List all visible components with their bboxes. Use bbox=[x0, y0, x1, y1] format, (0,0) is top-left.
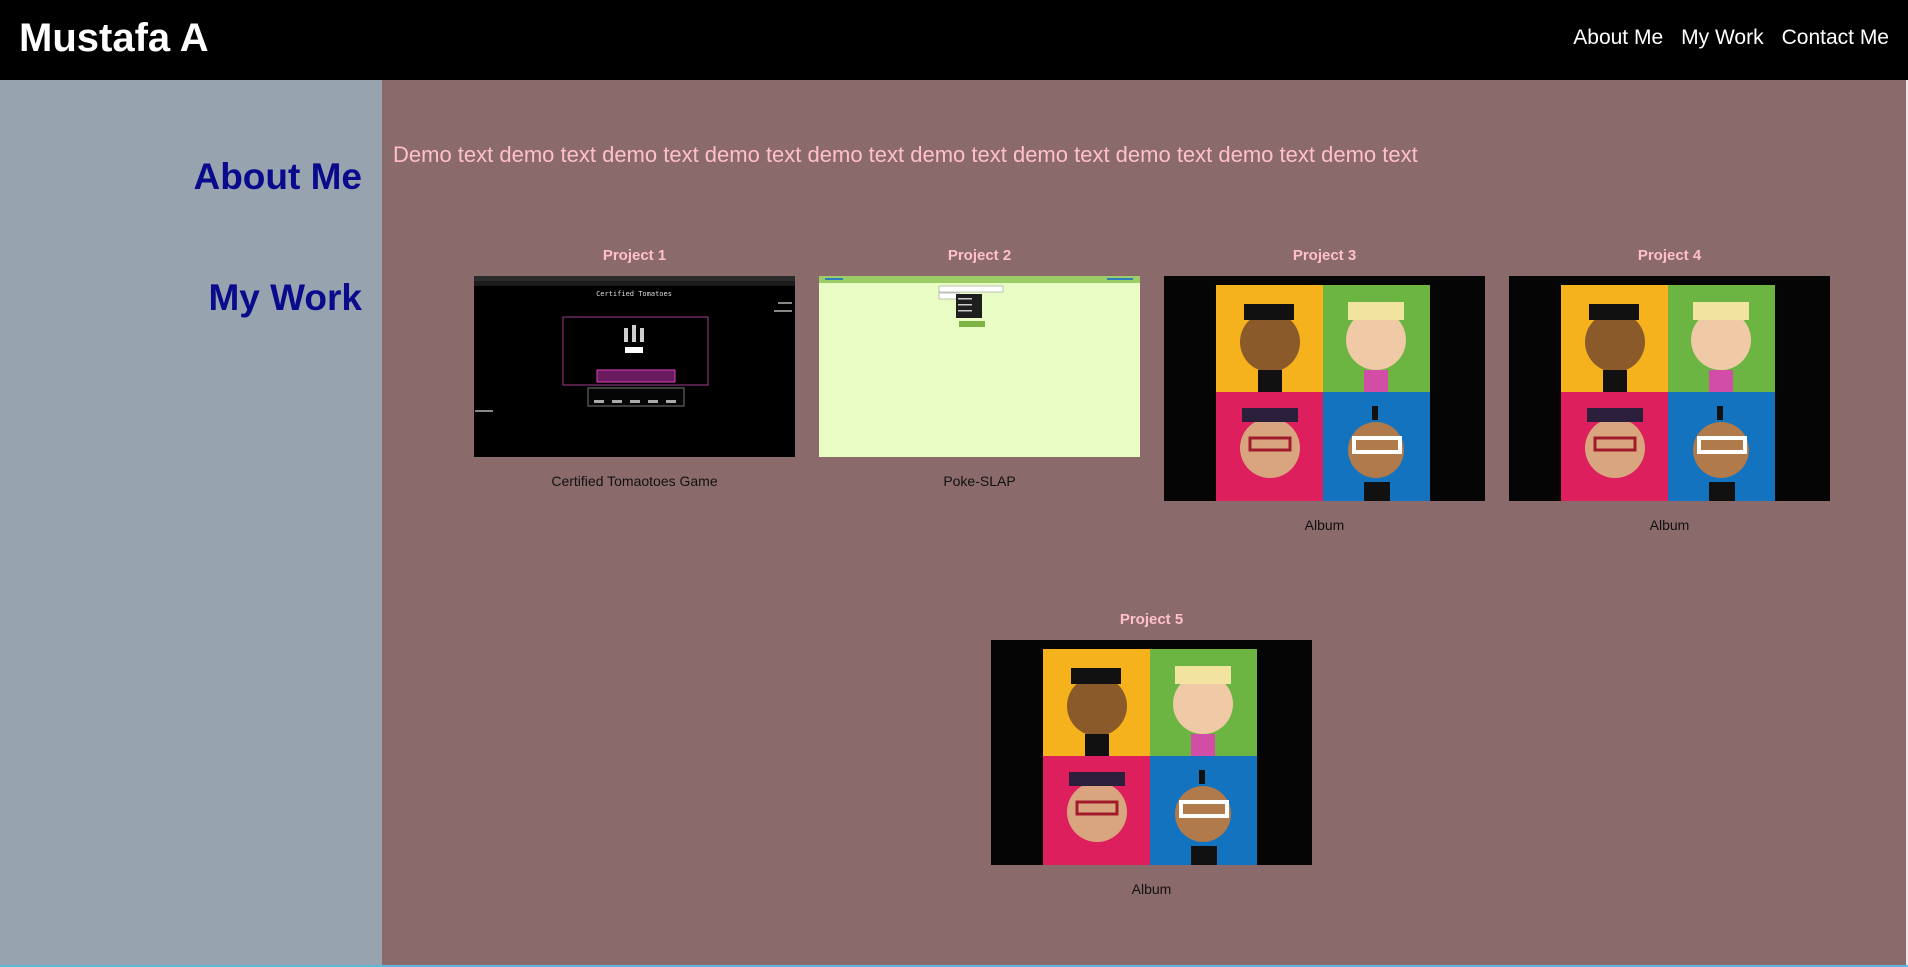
project-thumbnail-game[interactable]: Certified Tomatoes bbox=[474, 276, 795, 457]
album-art-graphic bbox=[1509, 276, 1830, 501]
project-card-2: Project 2 Poke-SLAP bbox=[819, 246, 1140, 491]
game-thumb-title: Certified Tomatoes bbox=[596, 290, 672, 298]
project-title: Project 5 bbox=[1119, 611, 1184, 628]
project-card-4: Project 4 Album bbox=[1509, 246, 1830, 535]
project-card-3: Project 3 Album bbox=[1164, 246, 1485, 535]
project-card-1: Project 1 Certified Tomatoes Certified T… bbox=[474, 246, 795, 491]
album-art-graphic bbox=[991, 640, 1312, 865]
project-thumbnail-album[interactable] bbox=[991, 640, 1312, 865]
intro-text: Demo text demo text demo text demo text … bbox=[393, 142, 1418, 167]
project-caption: Album bbox=[1649, 517, 1690, 533]
nav-link-contact[interactable]: Contact Me bbox=[1782, 24, 1889, 52]
game-screenshot-graphic: Certified Tomatoes bbox=[474, 276, 795, 457]
nav-link-work[interactable]: My Work bbox=[1681, 24, 1763, 52]
nav-link-about[interactable]: About Me bbox=[1573, 24, 1663, 52]
project-title: Project 4 bbox=[1637, 247, 1702, 264]
project-caption: Album bbox=[1131, 881, 1172, 897]
site-header: Mustafa A About Me My Work Contact Me bbox=[0, 0, 1908, 80]
project-title: Project 2 bbox=[947, 247, 1012, 264]
project-card-5: Project 5 Album bbox=[991, 610, 1312, 899]
project-title: Project 3 bbox=[1292, 247, 1357, 264]
project-thumbnail-poke[interactable] bbox=[819, 276, 1140, 457]
project-caption: Poke-SLAP bbox=[943, 473, 1016, 489]
project-caption: Album bbox=[1304, 517, 1345, 533]
web-app-screenshot-graphic bbox=[819, 276, 1140, 457]
project-thumbnail-album[interactable] bbox=[1164, 276, 1485, 501]
top-nav: About Me My Work Contact Me bbox=[1573, 24, 1889, 52]
site-title: Mustafa A bbox=[19, 16, 209, 60]
project-title: Project 1 bbox=[602, 247, 667, 264]
main-content: Demo text demo text demo text demo text … bbox=[382, 80, 1908, 967]
sidebar: About Me My Work bbox=[0, 80, 382, 967]
album-art-graphic bbox=[1164, 276, 1485, 501]
project-caption: Certified Tomaotoes Game bbox=[551, 473, 718, 489]
project-thumbnail-album[interactable] bbox=[1509, 276, 1830, 501]
portfolio-page: Mustafa A About Me My Work Contact Me Ab… bbox=[0, 0, 1908, 967]
sidebar-item-about[interactable]: About Me bbox=[193, 156, 362, 198]
sidebar-item-work[interactable]: My Work bbox=[208, 277, 362, 319]
